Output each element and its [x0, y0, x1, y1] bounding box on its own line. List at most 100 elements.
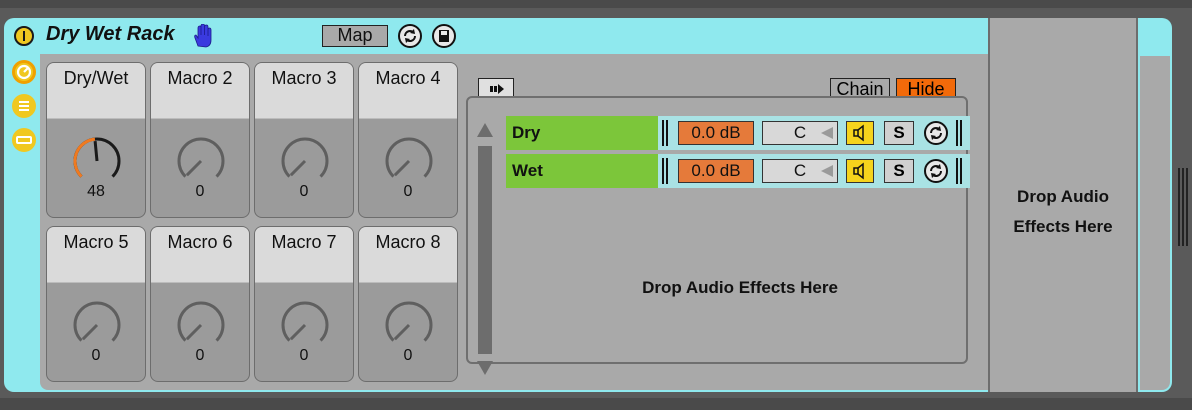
rack-title: Dry Wet Rack: [46, 23, 175, 45]
knob-track: [177, 137, 225, 178]
chain-hot-swap-button[interactable]: [924, 121, 948, 145]
knob-dial[interactable]: [175, 135, 227, 187]
auto-select-button[interactable]: [398, 24, 422, 48]
map-button[interactable]: Map: [322, 25, 388, 47]
chain-solo-button[interactable]: S: [884, 159, 914, 183]
knob-needle: [289, 323, 307, 341]
knob-needle: [185, 323, 203, 341]
devices-icon: [16, 136, 32, 144]
chain-row-wet[interactable]: Wet 0.0 dB C S: [506, 154, 970, 188]
resize-grip[interactable]: [1178, 168, 1190, 246]
knob-track: [281, 137, 329, 178]
knob-icon: [16, 64, 32, 80]
macro-knob-7[interactable]: Macro 7 0: [254, 226, 354, 382]
chain-controls: 0.0 dB C S: [658, 116, 970, 150]
power-button[interactable]: [14, 26, 34, 46]
drop-effects-line1: Drop Audio: [1017, 187, 1109, 206]
knob-dial[interactable]: [279, 135, 331, 187]
top-strip: [0, 0, 1192, 8]
macro-label: Dry/Wet: [47, 63, 145, 119]
cycle-icon: [930, 126, 942, 140]
macro-value: 0: [403, 347, 413, 364]
chain-name[interactable]: Dry: [506, 116, 658, 150]
knob-needle: [393, 159, 411, 177]
macro-knob-1[interactable]: Dry/Wet 48: [46, 62, 146, 218]
knob-track: [385, 137, 433, 178]
chain-volume[interactable]: 0.0 dB: [678, 121, 754, 145]
knob-track: [385, 301, 433, 342]
knob-track: [177, 301, 225, 342]
macro-label: Macro 5: [47, 227, 145, 283]
macro-label: Macro 3: [255, 63, 353, 119]
scroll-down-icon[interactable]: [476, 360, 494, 378]
knob-dial[interactable]: [71, 135, 123, 187]
drag-grip[interactable]: [956, 158, 964, 184]
macro-value: 0: [299, 183, 309, 200]
save-preset-button[interactable]: [432, 24, 456, 48]
knob-dial[interactable]: [71, 299, 123, 351]
drag-grip[interactable]: [956, 120, 964, 146]
macro-value: 0: [299, 347, 309, 364]
knob-needle: [289, 159, 307, 177]
chain-activator-button[interactable]: [846, 121, 874, 145]
macro-label: Macro 4: [359, 63, 457, 119]
scroll-up-icon[interactable]: [476, 120, 494, 138]
bottom-strip: [0, 398, 1192, 410]
save-icon: [439, 30, 449, 42]
chain-controls: 0.0 dB C S: [658, 154, 970, 188]
macro-view-button[interactable]: [12, 60, 36, 84]
scroll-thumb[interactable]: [478, 146, 492, 354]
drop-effects-panel[interactable]: Drop Audio Effects Here: [988, 18, 1138, 392]
chain-pan[interactable]: C: [762, 121, 838, 145]
rack-title-bar[interactable]: Dry Wet Rack Map: [4, 18, 990, 54]
knob-needle: [81, 323, 99, 341]
cycle-icon: [404, 29, 416, 43]
speaker-icon: [853, 124, 864, 142]
knob-track: [73, 301, 121, 342]
chain-volume[interactable]: 0.0 dB: [678, 159, 754, 183]
drop-effects-zone[interactable]: Drop Audio Effects Here: [580, 278, 900, 298]
macro-label: Macro 8: [359, 227, 457, 283]
chain-name[interactable]: Wet: [506, 154, 658, 188]
macro-knob-2[interactable]: Macro 2 0: [150, 62, 250, 218]
chain-pan[interactable]: C: [762, 159, 838, 183]
macro-value: 0: [403, 183, 413, 200]
macro-value: 48: [87, 183, 105, 200]
macro-value: 0: [195, 347, 205, 364]
macro-knob-3[interactable]: Macro 3 0: [254, 62, 354, 218]
knob-fill: [73, 137, 96, 178]
knob-dial[interactable]: [383, 299, 435, 351]
knob-dial[interactable]: [279, 299, 331, 351]
speaker-icon: [853, 162, 864, 180]
knob-track: [281, 301, 329, 342]
drop-effects-text: Drop Audio Effects Here: [990, 182, 1136, 242]
macro-knob-4[interactable]: Macro 4 0: [358, 62, 458, 218]
macro-knob-5[interactable]: Macro 5 0: [46, 226, 146, 382]
macro-label: Macro 2: [151, 63, 249, 119]
macro-knob-6[interactable]: Macro 6 0: [150, 226, 250, 382]
knob-needle: [185, 159, 203, 177]
cycle-icon: [930, 164, 942, 178]
drop-effects-line2: Effects Here: [1013, 217, 1113, 236]
macro-value: 0: [91, 347, 101, 364]
drag-grip[interactable]: [662, 120, 670, 146]
device-view-button[interactable]: [12, 128, 36, 152]
knob-needle: [93, 140, 99, 162]
drag-grip[interactable]: [662, 158, 670, 184]
hand-icon: [194, 24, 212, 48]
knob-dial[interactable]: [175, 299, 227, 351]
chain-hot-swap-button[interactable]: [924, 159, 948, 183]
rack-edge-panel: [1140, 56, 1170, 390]
chain-solo-button[interactable]: S: [884, 121, 914, 145]
macro-label: Macro 6: [151, 227, 249, 283]
chain-scrollbar[interactable]: [472, 120, 496, 378]
macro-knob-8[interactable]: Macro 8 0: [358, 226, 458, 382]
knob-needle: [393, 323, 411, 341]
chain-row-dry[interactable]: Dry 0.0 dB C S: [506, 116, 970, 150]
macro-label: Macro 7: [255, 227, 353, 283]
chain-activator-button[interactable]: [846, 159, 874, 183]
macro-value: 0: [195, 183, 205, 200]
chain-list-button[interactable]: [12, 94, 36, 118]
list-icon: [19, 101, 29, 111]
knob-dial[interactable]: [383, 135, 435, 187]
